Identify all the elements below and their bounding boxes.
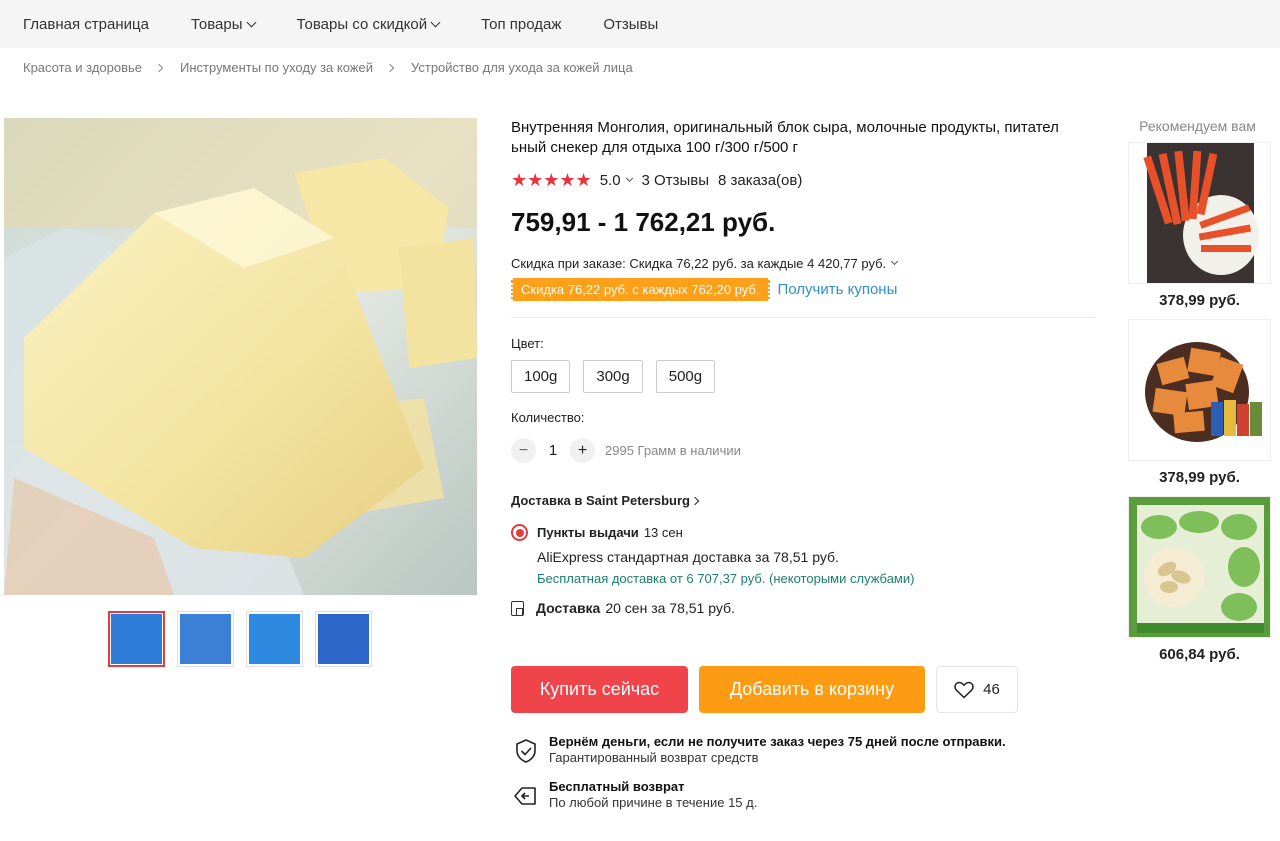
thumbnail-image bbox=[180, 614, 231, 664]
thumbnail-image bbox=[249, 614, 300, 664]
recommended-product[interactable]: 378,99 руб. bbox=[1128, 319, 1271, 486]
variant-option[interactable]: 100g bbox=[511, 360, 571, 393]
recommended-product-image[interactable] bbox=[1128, 496, 1271, 638]
breadcrumb-item[interactable]: Красота и здоровье bbox=[23, 60, 142, 75]
recommended-product[interactable]: 378,99 руб. bbox=[1128, 142, 1271, 309]
courier-title: Доставка bbox=[536, 600, 601, 616]
courier-detail: 20 сен за 78,51 руб. bbox=[605, 600, 735, 616]
rating-value[interactable]: 5.0 bbox=[600, 172, 621, 189]
rating-row: ★★★★★ 5.0 3 Отзывы 8 заказа(ов) bbox=[511, 170, 1101, 191]
thumbnail-image bbox=[111, 614, 162, 664]
top-navigation: Главная страница Товары Товары со скидко… bbox=[0, 0, 1280, 48]
quantity-stepper: − 1 + 2995 Грамм в наличии bbox=[511, 438, 1101, 463]
orders-count: 8 заказа(ов) bbox=[718, 172, 803, 189]
free-shipping-note: Бесплатная доставка от 6 707,37 руб. (не… bbox=[537, 571, 915, 586]
recommended-product-image[interactable] bbox=[1128, 142, 1271, 284]
guarantee-text: По любой причине в течение 15 д. bbox=[549, 795, 758, 810]
recommended-price: 606,84 руб. bbox=[1159, 646, 1240, 663]
nav-top-sales[interactable]: Топ продаж bbox=[481, 16, 561, 33]
chevron-right-icon bbox=[154, 63, 164, 72]
nav-discounted-label: Товары со скидкой bbox=[296, 15, 428, 33]
chevron-right-icon bbox=[385, 63, 395, 72]
buy-now-button[interactable]: Купить сейчас bbox=[511, 666, 688, 713]
recommended-price: 378,99 руб. bbox=[1159, 292, 1240, 309]
courier-icon bbox=[511, 600, 524, 616]
chevron-down-icon bbox=[246, 17, 256, 27]
breadcrumb-item[interactable]: Устройство для ухода за кожей лица bbox=[411, 60, 633, 75]
add-to-cart-button[interactable]: Добавить в корзину bbox=[699, 666, 925, 713]
radio-selected-icon[interactable] bbox=[511, 524, 528, 541]
product-title-line: Внутренняя Монголия, оригинальный блок с… bbox=[511, 119, 1059, 136]
color-label: Цвет: bbox=[511, 336, 544, 351]
nav-reviews[interactable]: Отзывы bbox=[603, 16, 658, 33]
thumbnail[interactable] bbox=[108, 611, 165, 667]
get-coupons-link[interactable]: Получить купоны bbox=[778, 281, 898, 298]
pickup-option[interactable]: Пункты выдачи 13 сен bbox=[511, 524, 1101, 541]
cheese-image bbox=[4, 118, 477, 595]
nav-products-label: Товары bbox=[190, 15, 243, 33]
breadcrumb: Красота и здоровье Инструменты по уходу … bbox=[23, 60, 633, 75]
wishlist-count: 46 bbox=[983, 681, 1000, 698]
action-buttons: Купить сейчас Добавить в корзину 46 bbox=[511, 666, 1018, 713]
pickup-date: 13 сен bbox=[643, 525, 683, 540]
variant-options: 100g 300g 500g bbox=[511, 360, 1101, 393]
nav-home-label: Главная страница bbox=[23, 15, 149, 33]
product-title-line: ьный снекер для отдыха 100 г/300 г/500 г bbox=[511, 139, 799, 156]
thumbnail-strip bbox=[108, 611, 372, 667]
recommended-product-image[interactable] bbox=[1128, 319, 1271, 461]
guarantee-item: Бесплатный возврат По любой причине в те… bbox=[513, 779, 1113, 810]
divider bbox=[511, 317, 1095, 318]
chevron-down-icon[interactable] bbox=[625, 174, 633, 183]
recommended-product[interactable]: 606,84 руб. bbox=[1128, 496, 1271, 663]
variant-option[interactable]: 300g bbox=[583, 360, 643, 393]
product-main-image[interactable] bbox=[4, 118, 477, 595]
nav-home[interactable]: Главная страница bbox=[23, 16, 149, 33]
chevron-down-icon bbox=[891, 257, 899, 266]
thumbnail[interactable] bbox=[315, 611, 372, 667]
heart-icon bbox=[954, 681, 974, 699]
discount-label: Скидка при заказе: Скидка 76,22 руб. за … bbox=[511, 256, 887, 271]
discount-info[interactable]: Скидка при заказе: Скидка 76,22 руб. за … bbox=[511, 256, 1101, 271]
chevron-right-icon bbox=[690, 496, 700, 505]
guarantee-item: Вернём деньги, если не получите заказ че… bbox=[513, 734, 1113, 765]
nav-products[interactable]: Товары bbox=[190, 15, 256, 33]
breadcrumb-item[interactable]: Инструменты по уходу за кожей bbox=[180, 60, 373, 75]
return-icon bbox=[514, 787, 536, 805]
stock-info: 2995 Грамм в наличии bbox=[605, 443, 741, 458]
star-rating-icon: ★★★★★ bbox=[511, 170, 592, 190]
product-title: Внутренняя Монголия, оригинальный блок с… bbox=[511, 118, 1101, 158]
nav-top-sales-label: Топ продаж bbox=[481, 15, 562, 33]
recommendations-title: Рекомендуем вам bbox=[1139, 118, 1256, 134]
nav-discounted[interactable]: Товары со скидкой bbox=[296, 15, 441, 33]
delivery-heading: Доставка в Saint Petersburg bbox=[511, 493, 690, 508]
thumbnail[interactable] bbox=[246, 611, 303, 667]
wishlist-button[interactable]: 46 bbox=[936, 666, 1018, 713]
variant-option[interactable]: 500g bbox=[655, 360, 716, 393]
guarantee-title: Бесплатный возврат bbox=[549, 779, 685, 794]
shield-check-icon bbox=[516, 739, 536, 763]
quantity-value[interactable]: 1 bbox=[536, 442, 570, 459]
product-info: Внутренняя Монголия, оригинальный блок с… bbox=[511, 118, 1101, 616]
recommendations: Рекомендуем вам 378,99 руб. 378,99 руб. … bbox=[1128, 118, 1271, 679]
price: 759,91 - 1 762,21 руб. bbox=[511, 207, 776, 237]
coupon-row: Скидка 76,22 руб. с каждых 762,20 руб. П… bbox=[511, 278, 1101, 301]
thumbnail[interactable] bbox=[177, 611, 234, 667]
courier-delivery: Доставка 20 сен за 78,51 руб. bbox=[511, 600, 1101, 616]
pickup-title: Пункты выдачи bbox=[537, 525, 639, 540]
reviews-count[interactable]: 3 Отзывы bbox=[642, 172, 709, 189]
guarantees: Вернём деньги, если не получите заказ че… bbox=[513, 734, 1113, 824]
guarantee-text: Гарантированный возврат средств bbox=[549, 750, 759, 765]
guarantee-title: Вернём деньги, если не получите заказ че… bbox=[549, 734, 1006, 749]
coupon-badge: Скидка 76,22 руб. с каждых 762,20 руб. bbox=[511, 278, 770, 301]
quantity-label: Количество: bbox=[511, 410, 585, 425]
delivery-location[interactable]: Доставка в Saint Petersburg bbox=[511, 493, 1101, 508]
standard-shipping: AliExpress стандартная доставка за 78,51… bbox=[537, 549, 839, 565]
plus-button[interactable]: + bbox=[570, 438, 595, 463]
minus-button[interactable]: − bbox=[511, 438, 536, 463]
nav-reviews-label: Отзывы bbox=[603, 15, 659, 33]
chevron-down-icon bbox=[430, 17, 441, 27]
thumbnail-image bbox=[318, 614, 369, 664]
recommended-price: 378,99 руб. bbox=[1159, 469, 1240, 486]
